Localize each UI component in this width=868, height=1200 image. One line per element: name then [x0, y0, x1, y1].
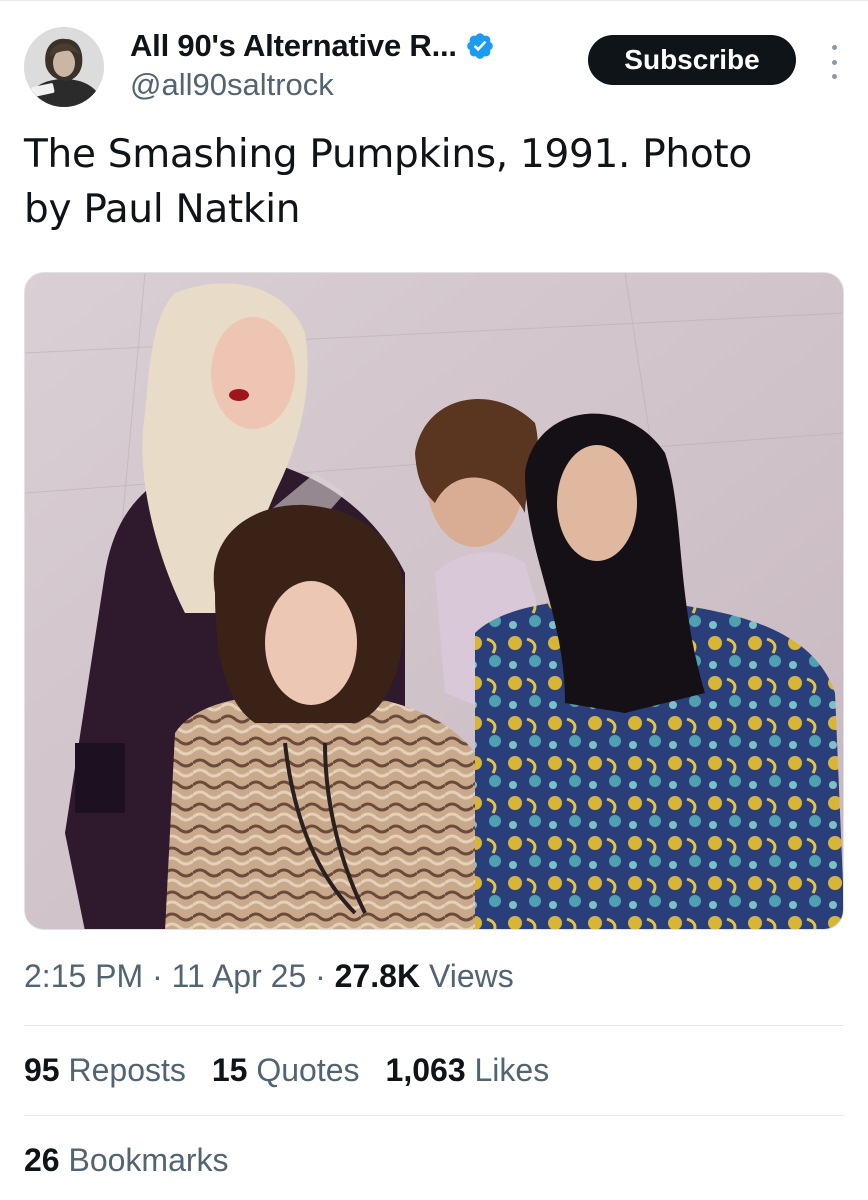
engagement-stats: 95 Reposts 15 Quotes 1,063 Likes	[24, 1052, 549, 1089]
reposts-stat[interactable]: 95 Reposts	[24, 1052, 186, 1089]
avatar[interactable]	[24, 27, 104, 107]
verified-badge-icon	[465, 31, 495, 61]
views-count: 27.8K	[334, 958, 421, 994]
quotes-label: Quotes	[247, 1052, 360, 1088]
tweet-time[interactable]: 2:15 PM	[24, 958, 143, 994]
likes-label: Likes	[465, 1052, 550, 1088]
likes-stat[interactable]: 1,063 Likes	[386, 1052, 550, 1089]
divider	[24, 1115, 844, 1116]
likes-count: 1,063	[385, 1052, 466, 1088]
more-vertical-icon[interactable]	[824, 45, 844, 79]
bookmarks-label: Bookmarks	[59, 1142, 229, 1178]
avatar-portrait-icon	[24, 27, 104, 107]
divider	[24, 1025, 844, 1026]
quotes-stat[interactable]: 15 Quotes	[212, 1052, 360, 1089]
display-name[interactable]: All 90's Alternative R...	[130, 28, 457, 64]
tweet-photo[interactable]	[24, 272, 844, 930]
quotes-count: 15	[211, 1052, 248, 1088]
tweet-text: The Smashing Pumpkins, 1991. Photo by Pa…	[24, 132, 752, 232]
author-handle[interactable]: @all90saltrock	[130, 67, 495, 103]
subscribe-button[interactable]: Subscribe	[588, 35, 796, 85]
meta-separator: ·	[306, 958, 335, 994]
bookmarks-stat[interactable]: 26 Bookmarks	[24, 1142, 229, 1179]
views-label: Views	[420, 958, 514, 994]
band-photo-icon	[25, 273, 843, 929]
reposts-count: 95	[24, 1052, 60, 1088]
tweet-date[interactable]: 11 Apr 25	[172, 958, 307, 994]
reposts-label: Reposts	[59, 1052, 186, 1088]
tweet-meta: 2:15 PM · 11 Apr 25 · 27.8K Views	[24, 958, 514, 995]
author-info[interactable]: All 90's Alternative R... @all90saltrock	[130, 27, 495, 103]
tweet-detail: All 90's Alternative R... @all90saltrock…	[0, 0, 868, 1200]
bookmark-stats: 26 Bookmarks	[24, 1142, 229, 1179]
bookmarks-count: 26	[24, 1142, 60, 1178]
tweet-header: All 90's Alternative R... @all90saltrock…	[24, 27, 844, 111]
meta-separator: ·	[143, 958, 172, 994]
